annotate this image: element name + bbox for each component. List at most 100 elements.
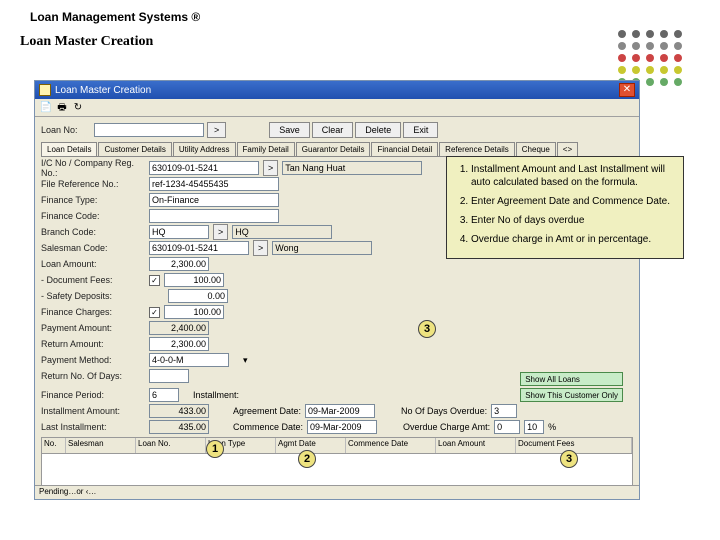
note-4: Overdue charge in Amt or in percentage. xyxy=(471,233,675,246)
last-label: Last Installment: xyxy=(41,422,145,432)
method-select[interactable]: 4-0-0-M xyxy=(149,353,229,367)
overdays-label: No Of Days Overdue: xyxy=(401,406,487,416)
salesman-desc: Wong xyxy=(272,241,372,255)
tab-cheque[interactable]: Cheque xyxy=(516,142,556,156)
chevron-down-icon[interactable]: ▾ xyxy=(243,355,248,366)
tab-family[interactable]: Family Detail xyxy=(237,142,295,156)
pct-label: % xyxy=(548,422,556,432)
docfee-label: - Document Fees: xyxy=(41,275,145,285)
tab-reference[interactable]: Reference Details xyxy=(439,142,515,156)
docfee-check[interactable]: ✓ xyxy=(149,275,160,286)
tab-guarantor[interactable]: Guarantor Details xyxy=(296,142,371,156)
tab-utility[interactable]: Utility Address xyxy=(173,142,236,156)
loanamt-label: Loan Amount: xyxy=(41,259,145,269)
safety-label: - Safety Deposits: xyxy=(41,291,145,301)
safety-input[interactable]: 0.00 xyxy=(168,289,228,303)
window-title: Loan Master Creation xyxy=(55,85,151,96)
loan-no-input[interactable] xyxy=(94,123,204,137)
show-all-button[interactable]: Show All Loans xyxy=(520,372,623,386)
brand-title: Loan Management Systems ® xyxy=(0,0,720,26)
branch-desc: HQ xyxy=(232,225,332,239)
tab-customer[interactable]: Customer Details xyxy=(98,142,171,156)
comdate-label: Commence Date: xyxy=(233,422,303,432)
salesman-input[interactable]: 630109-01-5241 xyxy=(149,241,249,255)
fileref-input[interactable]: ref-1234-45455435 xyxy=(149,177,279,191)
col-loanamt[interactable]: Loan Amount xyxy=(436,438,516,453)
installno-label: Installment: xyxy=(193,390,239,400)
annotation-callout: Installment Amount and Last Installment … xyxy=(446,156,684,259)
badge-3b: 3 xyxy=(560,450,578,468)
col-no[interactable]: No. xyxy=(42,438,66,453)
overpct-input[interactable]: 10 xyxy=(524,420,544,434)
last-value: 435.00 xyxy=(149,420,209,434)
payamt-value: 2,400.00 xyxy=(149,321,209,335)
badge-1: 1 xyxy=(206,440,224,458)
finperiod-input[interactable]: 6 xyxy=(149,388,179,402)
docfee-input[interactable]: 100.00 xyxy=(164,273,224,287)
clear-button[interactable]: Clear xyxy=(312,122,354,138)
loanamt-input[interactable]: 2,300.00 xyxy=(149,257,209,271)
note-2: Enter Agreement Date and Commence Date. xyxy=(471,195,675,208)
return-input[interactable]: 2,300.00 xyxy=(149,337,209,351)
page-title: Loan Master Creation xyxy=(0,26,720,56)
icno-label: I/C No / Company Reg. No.: xyxy=(41,158,145,178)
exit-button[interactable]: Exit xyxy=(403,122,438,138)
fincharge-label: Finance Charges: xyxy=(41,307,145,317)
salesman-label: Salesman Code: xyxy=(41,243,145,253)
app-icon xyxy=(39,84,51,96)
col-commence[interactable]: Commence Date xyxy=(346,438,436,453)
col-salesman[interactable]: Salesman xyxy=(66,438,136,453)
toolbar: 📄 🖶 ↻ xyxy=(35,99,639,117)
tab-financial[interactable]: Financial Detail xyxy=(371,142,438,156)
customer-name: Tan Nang Huat xyxy=(282,161,422,175)
overdays-input[interactable]: 3 xyxy=(491,404,517,418)
branch-input[interactable]: HQ xyxy=(149,225,209,239)
install-value: 433.00 xyxy=(149,404,209,418)
payamt-label: Payment Amount: xyxy=(41,323,145,333)
show-customer-button[interactable]: Show This Customer Only xyxy=(520,388,623,402)
install-label: Installment Amount: xyxy=(41,406,145,416)
icno-input[interactable]: 630109-01-5241 xyxy=(149,161,259,175)
decor-dots xyxy=(618,30,684,86)
go-button[interactable]: > xyxy=(207,122,226,138)
fintype-select[interactable]: On-Finance xyxy=(149,193,279,207)
badge-2: 2 xyxy=(298,450,316,468)
save-button[interactable]: Save xyxy=(269,122,310,138)
agdate-input[interactable]: 09-Mar-2009 xyxy=(305,404,375,418)
app-window: Loan Master Creation ✕ 📄 🖶 ↻ Loan No: > … xyxy=(34,80,640,500)
fincode-label: Finance Code: xyxy=(41,211,145,221)
tab-loan-details[interactable]: Loan Details xyxy=(41,142,97,156)
tab-more[interactable]: <> xyxy=(557,142,578,156)
branch-lookup[interactable]: > xyxy=(213,224,228,240)
status-bar: Pending…or ‹… xyxy=(35,485,639,499)
note-3: Enter No of days overdue xyxy=(471,214,675,227)
close-icon[interactable]: ✕ xyxy=(619,83,635,97)
fincharge-input[interactable]: 100.00 xyxy=(164,305,224,319)
col-loanno[interactable]: Loan No. xyxy=(136,438,206,453)
method-label: Payment Method: xyxy=(41,355,145,365)
overamt-input[interactable]: 0 xyxy=(494,420,520,434)
fileref-label: File Reference No.: xyxy=(41,179,145,189)
agdate-label: Agreement Date: xyxy=(233,406,301,416)
salesman-lookup[interactable]: > xyxy=(253,240,268,256)
titlebar: Loan Master Creation ✕ xyxy=(35,81,639,99)
print-icon[interactable]: 🖶 xyxy=(55,101,69,115)
rtndays-label: Return No. Of Days: xyxy=(41,371,145,381)
delete-button[interactable]: Delete xyxy=(355,122,401,138)
note-1: Installment Amount and Last Installment … xyxy=(471,163,675,189)
rtndays-input[interactable] xyxy=(149,369,189,383)
branch-label: Branch Code: xyxy=(41,227,145,237)
refresh-icon[interactable]: ↻ xyxy=(71,101,85,115)
fintype-label: Finance Type: xyxy=(41,195,145,205)
comdate-input[interactable]: 09-Mar-2009 xyxy=(307,420,377,434)
fincharge-check[interactable]: ✓ xyxy=(149,307,160,318)
return-label: Return Amount: xyxy=(41,339,145,349)
badge-3a: 3 xyxy=(418,320,436,338)
new-icon[interactable]: 📄 xyxy=(39,101,53,115)
tab-strip: Loan Details Customer Details Utility Ad… xyxy=(41,142,633,157)
icno-lookup[interactable]: > xyxy=(263,160,278,176)
fincode-input[interactable] xyxy=(149,209,279,223)
overamt-label: Overdue Charge Amt: xyxy=(403,422,490,432)
finperiod-label: Finance Period: xyxy=(41,390,145,400)
loan-no-label: Loan No: xyxy=(41,125,91,135)
